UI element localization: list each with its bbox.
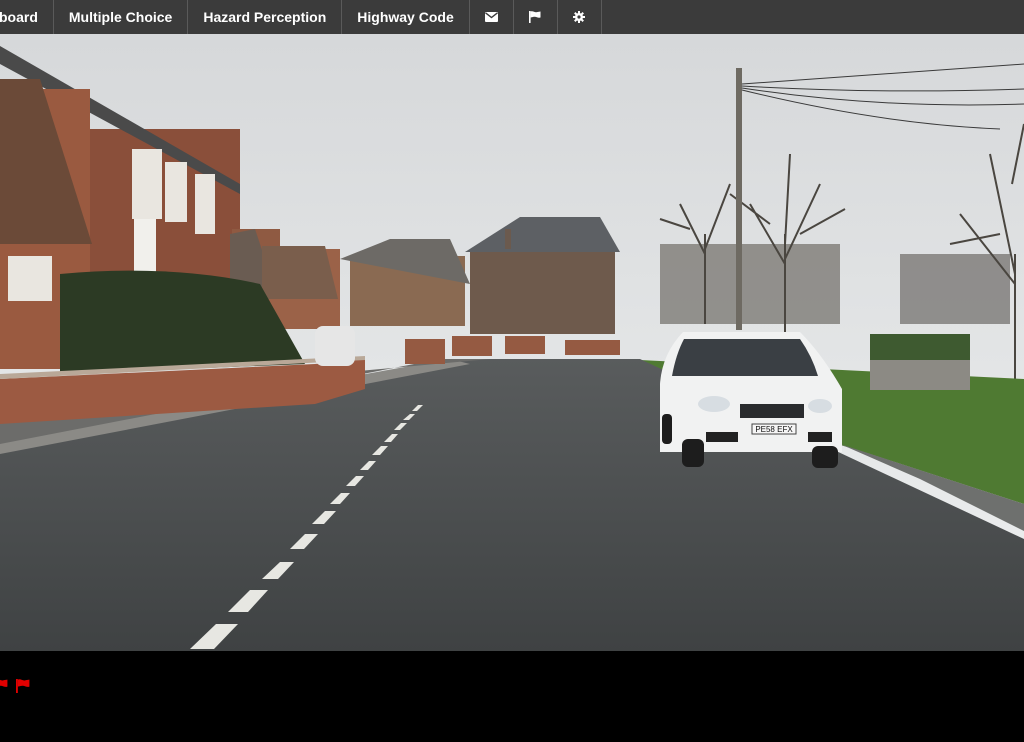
nav-highway-code-label: Highway Code [357,9,454,25]
nav-highway-code[interactable]: Highway Code [342,0,470,34]
top-navbar: board Multiple Choice Hazard Perception … [0,0,1024,34]
flag-icon [0,679,8,687]
flag-icon [529,11,541,23]
nav-hazard-perception[interactable]: Hazard Perception [188,0,343,34]
nav-dashboard-label: board [0,9,38,25]
gear-icon [573,11,586,23]
nav-hazard-perception-label: Hazard Perception [203,9,327,25]
nav-multiple-choice-label: Multiple Choice [68,9,173,25]
nav-multiple-choice[interactable]: Multiple Choice [54,0,189,34]
flag-icon [16,679,30,693]
hazard-video[interactable]: PE58 EFX [0,34,1024,651]
oncoming-car: PE58 EFX [660,332,842,468]
parked-car [315,326,355,366]
hazard-flags [0,679,30,693]
flags-button[interactable] [514,0,558,34]
utility-pole [736,68,742,330]
messages-button[interactable] [470,0,514,34]
car-number-plate: PE58 EFX [755,425,793,434]
envelope-icon [484,12,498,22]
video-controls-area [0,651,1024,742]
settings-button[interactable] [558,0,602,34]
nav-dashboard[interactable]: board [0,0,54,34]
